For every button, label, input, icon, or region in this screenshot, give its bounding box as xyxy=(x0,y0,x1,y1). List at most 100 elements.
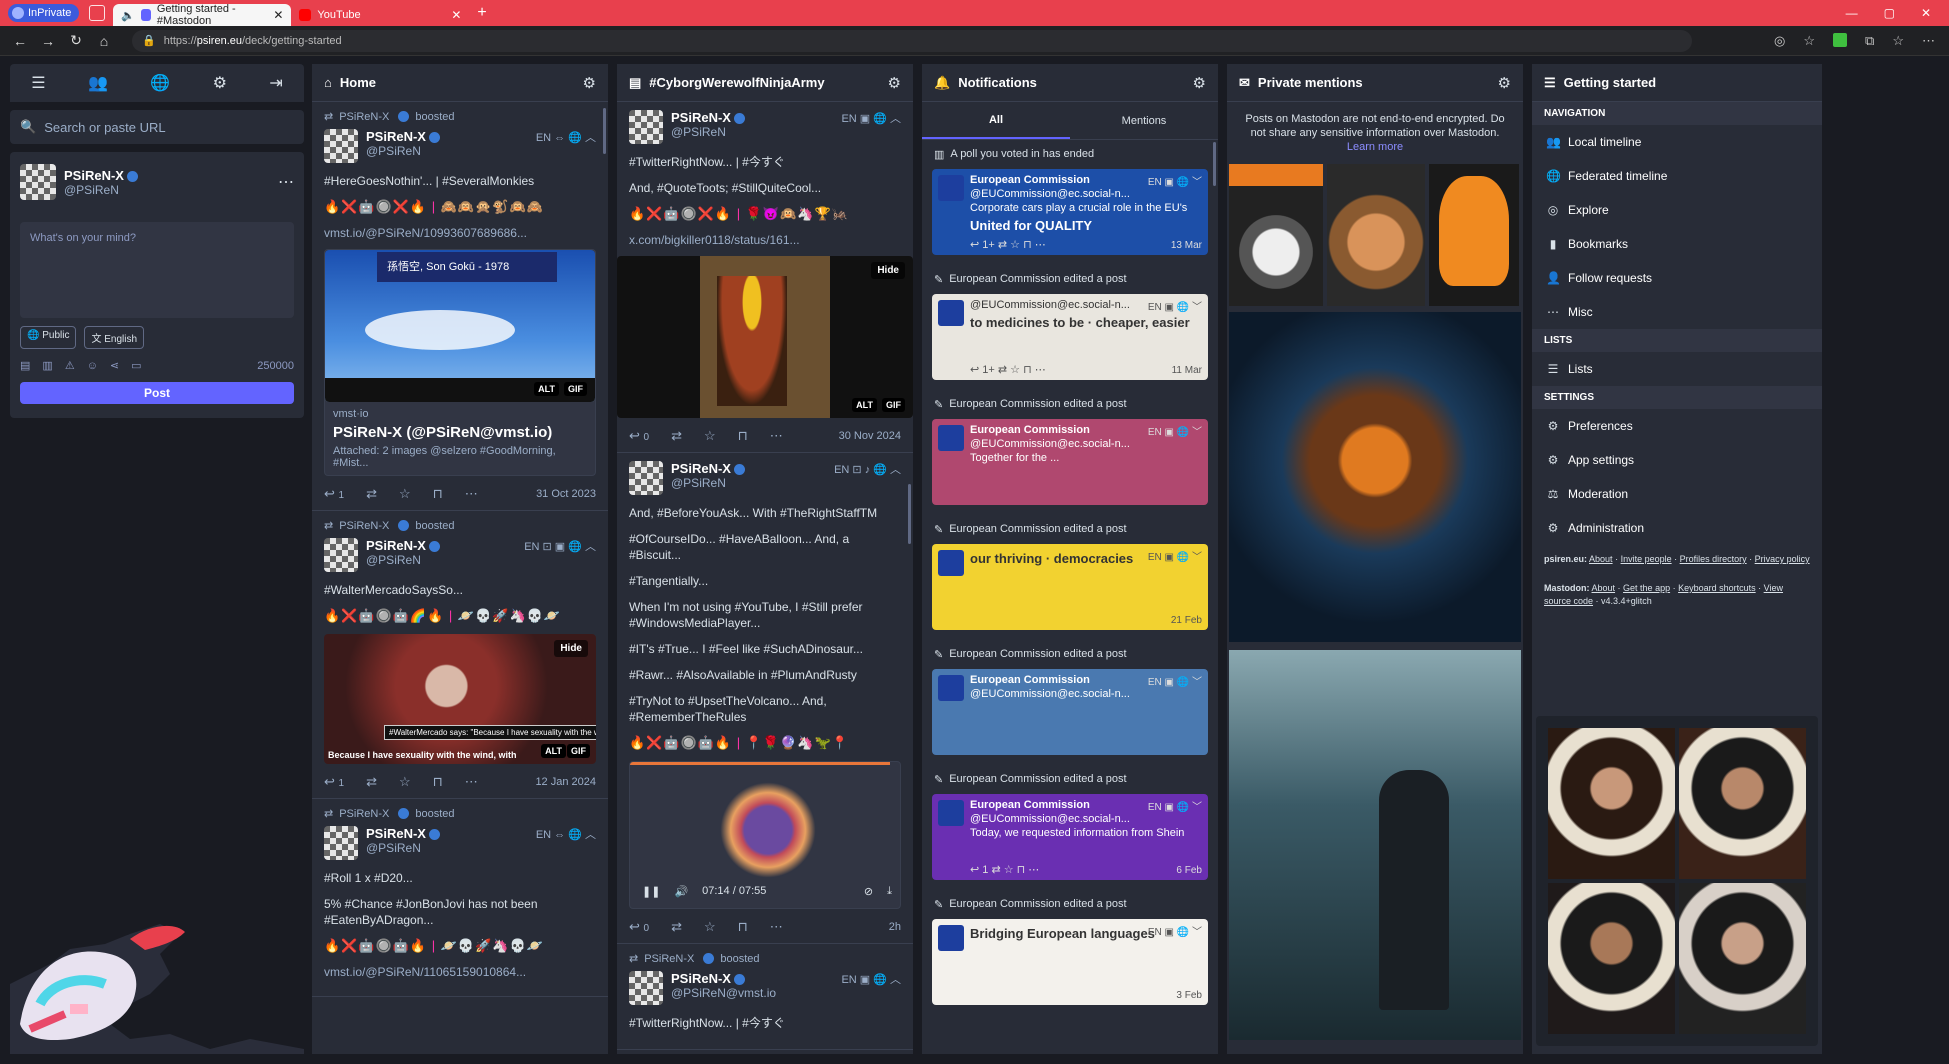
compose-textarea[interactable]: What's on your mind? xyxy=(20,222,294,318)
tab-all[interactable]: All xyxy=(922,102,1070,139)
avatar[interactable] xyxy=(324,826,358,860)
alt-badge[interactable]: ALT xyxy=(852,398,877,412)
favourite-button[interactable]: ☆ xyxy=(704,428,716,444)
avatar[interactable] xyxy=(20,164,56,200)
nav-moderation[interactable]: ⚖ Moderation xyxy=(1532,477,1822,511)
hide-visibility-icon[interactable]: ⊘ xyxy=(864,885,873,898)
notification-status-card[interactable]: European Commission @EUCommission@ec.soci… xyxy=(932,169,1208,255)
search-input[interactable]: 🔍 Search or paste URL xyxy=(10,110,304,144)
nav-explore[interactable]: ◎ Explore xyxy=(1532,193,1822,227)
status-video[interactable]: Hide Because I have sexuality with the w… xyxy=(324,634,596,764)
eu-flag-avatar[interactable] xyxy=(938,175,964,201)
reply-button[interactable]: ↩ 0 xyxy=(629,919,649,935)
hide-media-button[interactable]: Hide xyxy=(554,640,588,657)
status-date[interactable]: 13 Mar xyxy=(1171,240,1202,251)
notification-item[interactable]: ✎ European Commission edited a post Europe… xyxy=(922,765,1218,880)
reply-count[interactable]: 1 xyxy=(982,864,988,876)
favourite-button[interactable]: ☆ xyxy=(704,919,716,935)
url-input[interactable]: 🔒 https://psiren.eu/deck/getting-started xyxy=(132,29,1692,52)
alt-badge[interactable]: ALT xyxy=(534,382,559,396)
back-icon[interactable]: ← xyxy=(6,33,34,49)
tab-getting-started[interactable]: 🔈 Getting started - #Mastodon ✕ xyxy=(113,3,292,27)
eu-flag-avatar[interactable] xyxy=(938,675,964,701)
scrollbar[interactable] xyxy=(1213,142,1216,186)
notification-status-card[interactable]: European Commission @EUCommission@ec.soci… xyxy=(932,794,1208,880)
inprivate-badge[interactable]: InPrivate xyxy=(8,4,80,22)
extension-icon[interactable] xyxy=(1833,32,1848,47)
reply-button[interactable]: ↩ 1 xyxy=(324,774,344,790)
volume-icon[interactable]: 🔊 xyxy=(674,885,688,898)
reply-count[interactable]: 1+ xyxy=(982,239,995,251)
status-date[interactable]: 21 Feb xyxy=(1171,615,1202,626)
more-button[interactable]: ⋯ xyxy=(770,428,783,444)
visibility-button[interactable]: 🌐 Public xyxy=(20,326,77,349)
column-settings-icon[interactable]: ⚙ xyxy=(1193,74,1206,92)
notification-status-card[interactable]: European Commission @EUCommission@ec.soci… xyxy=(932,669,1208,755)
column-settings-icon[interactable]: ⚙ xyxy=(1498,74,1511,92)
eu-flag-avatar[interactable] xyxy=(938,425,964,451)
nav-misc[interactable]: ⋯ Misc xyxy=(1532,295,1822,329)
people-icon[interactable]: 👥 xyxy=(88,73,108,93)
tab-youtube[interactable]: YouTube ✕ xyxy=(291,4,469,26)
link-card[interactable]: 孫悟空, Son Gokū - 1978 ALT GIF vmst·io PSiRe… xyxy=(324,249,596,476)
status-date[interactable]: 3 Feb xyxy=(1176,990,1202,1001)
hamburger-icon[interactable]: ☰ xyxy=(31,73,45,93)
nav-bookmarks[interactable]: ▮ Bookmarks xyxy=(1532,227,1822,261)
status-date[interactable]: 6 Feb xyxy=(1176,865,1202,876)
reply-button[interactable]: ↩ 1 xyxy=(324,486,344,502)
home-icon[interactable]: ⌂ xyxy=(90,33,118,49)
avatar[interactable] xyxy=(324,129,358,163)
globe-icon[interactable]: 🌐 xyxy=(150,73,170,93)
nav-app-settings[interactable]: ⚙ App settings xyxy=(1532,443,1822,477)
nav-preferences[interactable]: ⚙ Preferences xyxy=(1532,409,1822,443)
share-icon[interactable]: ⋖ xyxy=(110,359,119,372)
tab-mentions[interactable]: Mentions xyxy=(1070,102,1218,139)
reply-count[interactable]: 1+ xyxy=(982,364,995,376)
download-icon[interactable]: ⤓ xyxy=(887,885,892,898)
notification-item[interactable]: ✎ European Commission edited a post @EUCom… xyxy=(922,265,1218,380)
emoji-icon[interactable]: ☺ xyxy=(87,360,98,372)
status-video[interactable]: Hide ALT GIF xyxy=(617,256,913,418)
status-item[interactable]: PSiReN-X @PSiReN EN ⊡ ♪ 🌐 ︿ And, #BeforeYo… xyxy=(617,453,913,944)
status-item[interactable]: ⇄ PSiReN-X boosted PSiReN-X @PSiReN EN ⇔ 🌐 ︿… xyxy=(312,799,608,997)
nav-administration[interactable]: ⚙ Administration xyxy=(1532,511,1822,545)
reply-button[interactable]: ↩ 0 xyxy=(629,428,649,444)
notification-item[interactable]: ✎ European Commission edited a post Bridgi… xyxy=(922,890,1218,1005)
tracking-icon[interactable]: ◎ xyxy=(1774,33,1785,49)
close-window-icon[interactable]: ✕ xyxy=(1921,6,1931,20)
avatar[interactable] xyxy=(324,538,358,572)
minimize-icon[interactable]: — xyxy=(1846,6,1858,20)
tab-actions-icon[interactable] xyxy=(89,5,106,21)
avatar[interactable] xyxy=(629,971,663,1005)
collections-icon[interactable]: ☆ xyxy=(1892,33,1904,49)
eu-flag-avatar[interactable] xyxy=(938,550,964,576)
reload-icon[interactable]: ↻ xyxy=(62,32,90,49)
bookmark-button[interactable]: ⊓ xyxy=(738,919,748,935)
nav-local-timeline[interactable]: 👥 Local timeline xyxy=(1532,125,1822,159)
notification-status-card[interactable]: European Commission @EUCommission@ec.soci… xyxy=(932,419,1208,505)
notification-status-card[interactable]: our thriving · democracies EN ▣ 🌐 ﹀ 21 Feb xyxy=(932,544,1208,630)
language-button[interactable]: 文 English xyxy=(84,326,145,349)
notification-item[interactable]: ▥ A poll you voted in has ended European C… xyxy=(922,140,1218,255)
pause-icon[interactable]: ❚❚ xyxy=(642,885,660,898)
nav-lists[interactable]: ☰ Lists xyxy=(1532,352,1822,386)
status-item[interactable]: PSiReN-X @PSiReN EN ▣ 🌐 ︿ #TwitterRightNow… xyxy=(617,102,913,453)
notification-item[interactable]: ✎ European Commission edited a post our th… xyxy=(922,515,1218,630)
warning-icon[interactable]: ⚠ xyxy=(65,359,75,372)
nav-follow-requests[interactable]: 👤 Follow requests xyxy=(1532,261,1822,295)
menu-icon[interactable]: ⋯ xyxy=(1922,33,1935,49)
column-settings-icon[interactable]: ⚙ xyxy=(888,74,901,92)
avatar[interactable] xyxy=(629,461,663,495)
upload-icon[interactable]: ▤ xyxy=(20,359,30,372)
forward-icon[interactable]: → xyxy=(34,33,62,49)
bookmark-button[interactable]: ⊓ xyxy=(433,774,443,790)
status-item[interactable]: ⇄ PSiReN-X boosted PSiReN-X @PSiReN@vmst.io… xyxy=(617,944,913,1050)
favourite-button[interactable]: ☆ xyxy=(399,486,411,502)
new-tab-button[interactable]: + xyxy=(477,4,486,22)
status-item[interactable]: ⇄ PSiReN-X boosted PSiReN-X @PSiReN EN ⇔ 🌐 ︿… xyxy=(312,102,608,511)
avatar[interactable] xyxy=(629,110,663,144)
status-date[interactable]: 11 Mar xyxy=(1172,365,1202,376)
poll-icon[interactable]: ▥ xyxy=(42,359,52,372)
bookmark-button[interactable]: ⊓ xyxy=(738,428,748,444)
boost-button[interactable]: ⇄ xyxy=(366,774,377,790)
